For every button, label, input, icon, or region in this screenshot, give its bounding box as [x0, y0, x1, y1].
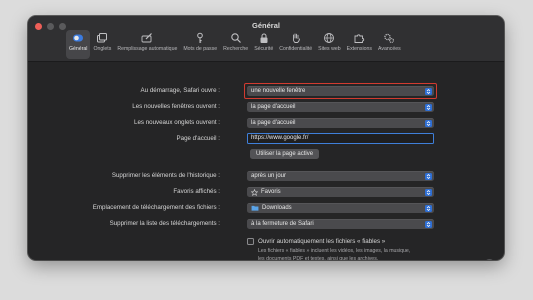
download-location-popup[interactable]: Downloads	[247, 203, 434, 213]
startup-value: une nouvelle fenêtre	[251, 88, 306, 94]
history-popup[interactable]: après un jour	[247, 171, 434, 181]
tab-security[interactable]: Sécurité	[251, 30, 276, 59]
new-windows-popup[interactable]: la page d'accueil	[247, 102, 434, 112]
gears-icon	[384, 33, 395, 43]
download-list-value: à la fermeture de Safari	[251, 221, 314, 227]
startup-popup[interactable]: une nouvelle fenêtre	[247, 86, 434, 96]
new-windows-label: Les nouvelles fenêtres ouvrent :	[132, 103, 220, 110]
safe-files-checkbox[interactable]	[247, 238, 254, 245]
chevron-updown-icon	[425, 172, 432, 180]
switch-icon	[73, 34, 84, 42]
startup-label: Au démarrage, Safari ouvre :	[140, 87, 220, 94]
star-icon	[251, 188, 258, 196]
chevron-updown-icon	[425, 119, 432, 127]
homepage-label: Page d'accueil :	[176, 135, 221, 142]
history-label: Supprimer les éléments de l'historique :	[111, 172, 220, 179]
chevron-updown-icon	[425, 103, 432, 111]
tab-extensions[interactable]: Extensions	[344, 30, 375, 59]
chevron-updown-icon	[425, 87, 432, 95]
folder-icon	[251, 205, 259, 211]
lock-icon	[260, 33, 268, 43]
window-title: Général	[252, 21, 280, 30]
download-list-label: Supprimer la liste des téléchargements :	[109, 220, 220, 227]
globe-icon	[324, 33, 335, 43]
new-tabs-value: la page d'accueil	[251, 120, 296, 126]
download-location-value: Downloads	[262, 205, 292, 211]
help-button[interactable]: ?	[484, 259, 495, 260]
tab-autofill[interactable]: Remplissage automatique	[114, 30, 180, 59]
tab-search[interactable]: Recherche	[220, 30, 251, 59]
safe-files-description: Les fichiers « fiables » incluent les vi…	[258, 248, 411, 260]
tab-label: Confidentialité	[279, 46, 313, 52]
chevron-updown-icon	[425, 204, 432, 212]
tab-tabs[interactable]: Onglets	[90, 30, 114, 59]
toolbar: Général Général Onglets Remplissage auto…	[28, 16, 504, 62]
tab-label: Remplissage automatique	[117, 46, 178, 52]
tab-general[interactable]: Général	[66, 30, 91, 59]
download-location-label: Emplacement de téléchargement des fichie…	[92, 204, 220, 211]
download-list-popup[interactable]: à la fermeture de Safari	[247, 219, 434, 229]
tab-label: Sites web	[318, 46, 341, 52]
homepage-field[interactable]: https://www.google.fr/	[247, 133, 434, 144]
chevron-updown-icon	[425, 188, 432, 196]
favorites-value: Favoris	[261, 189, 281, 195]
general-settings-panel: Au démarrage, Safari ouvre : une nouvell…	[28, 62, 504, 260]
safe-files-label: Ouvrir automatiquement les fichiers « fi…	[258, 237, 386, 245]
key-icon	[197, 32, 204, 43]
tab-websites[interactable]: Sites web	[315, 30, 344, 59]
pencil-icon	[141, 33, 153, 43]
tab-label: Mots de passe	[183, 46, 218, 52]
tab-passwords[interactable]: Mots de passe	[180, 30, 220, 59]
hand-icon	[292, 33, 300, 43]
history-value: après un jour	[251, 173, 287, 179]
new-tabs-popup[interactable]: la page d'accueil	[247, 118, 434, 128]
favorites-label: Favoris affichés :	[173, 188, 220, 195]
tab-label: Extensions	[346, 46, 372, 52]
tab-label: Recherche	[223, 46, 249, 52]
tabs-icon	[97, 33, 108, 43]
use-current-page-button[interactable]: Utiliser la page active	[250, 149, 320, 159]
search-icon	[230, 33, 241, 43]
chevron-updown-icon	[425, 220, 432, 228]
favorites-popup[interactable]: Favoris	[247, 187, 434, 197]
safari-settings-window: Général Général Onglets Remplissage auto…	[28, 16, 504, 260]
new-tabs-label: Les nouveaux onglets ouvrent :	[134, 119, 220, 126]
puzzle-icon	[354, 34, 365, 43]
tab-label: Avancées	[378, 46, 401, 52]
tab-privacy[interactable]: Confidentialité	[276, 30, 315, 59]
new-windows-value: la page d'accueil	[251, 104, 296, 110]
preferences-tabs: Général Onglets Remplissage automatique	[66, 30, 404, 59]
tab-label: Sécurité	[254, 46, 274, 52]
tab-label: Onglets	[93, 46, 112, 52]
tab-label: Général	[69, 46, 88, 52]
tab-advanced[interactable]: Avancées	[375, 30, 404, 59]
